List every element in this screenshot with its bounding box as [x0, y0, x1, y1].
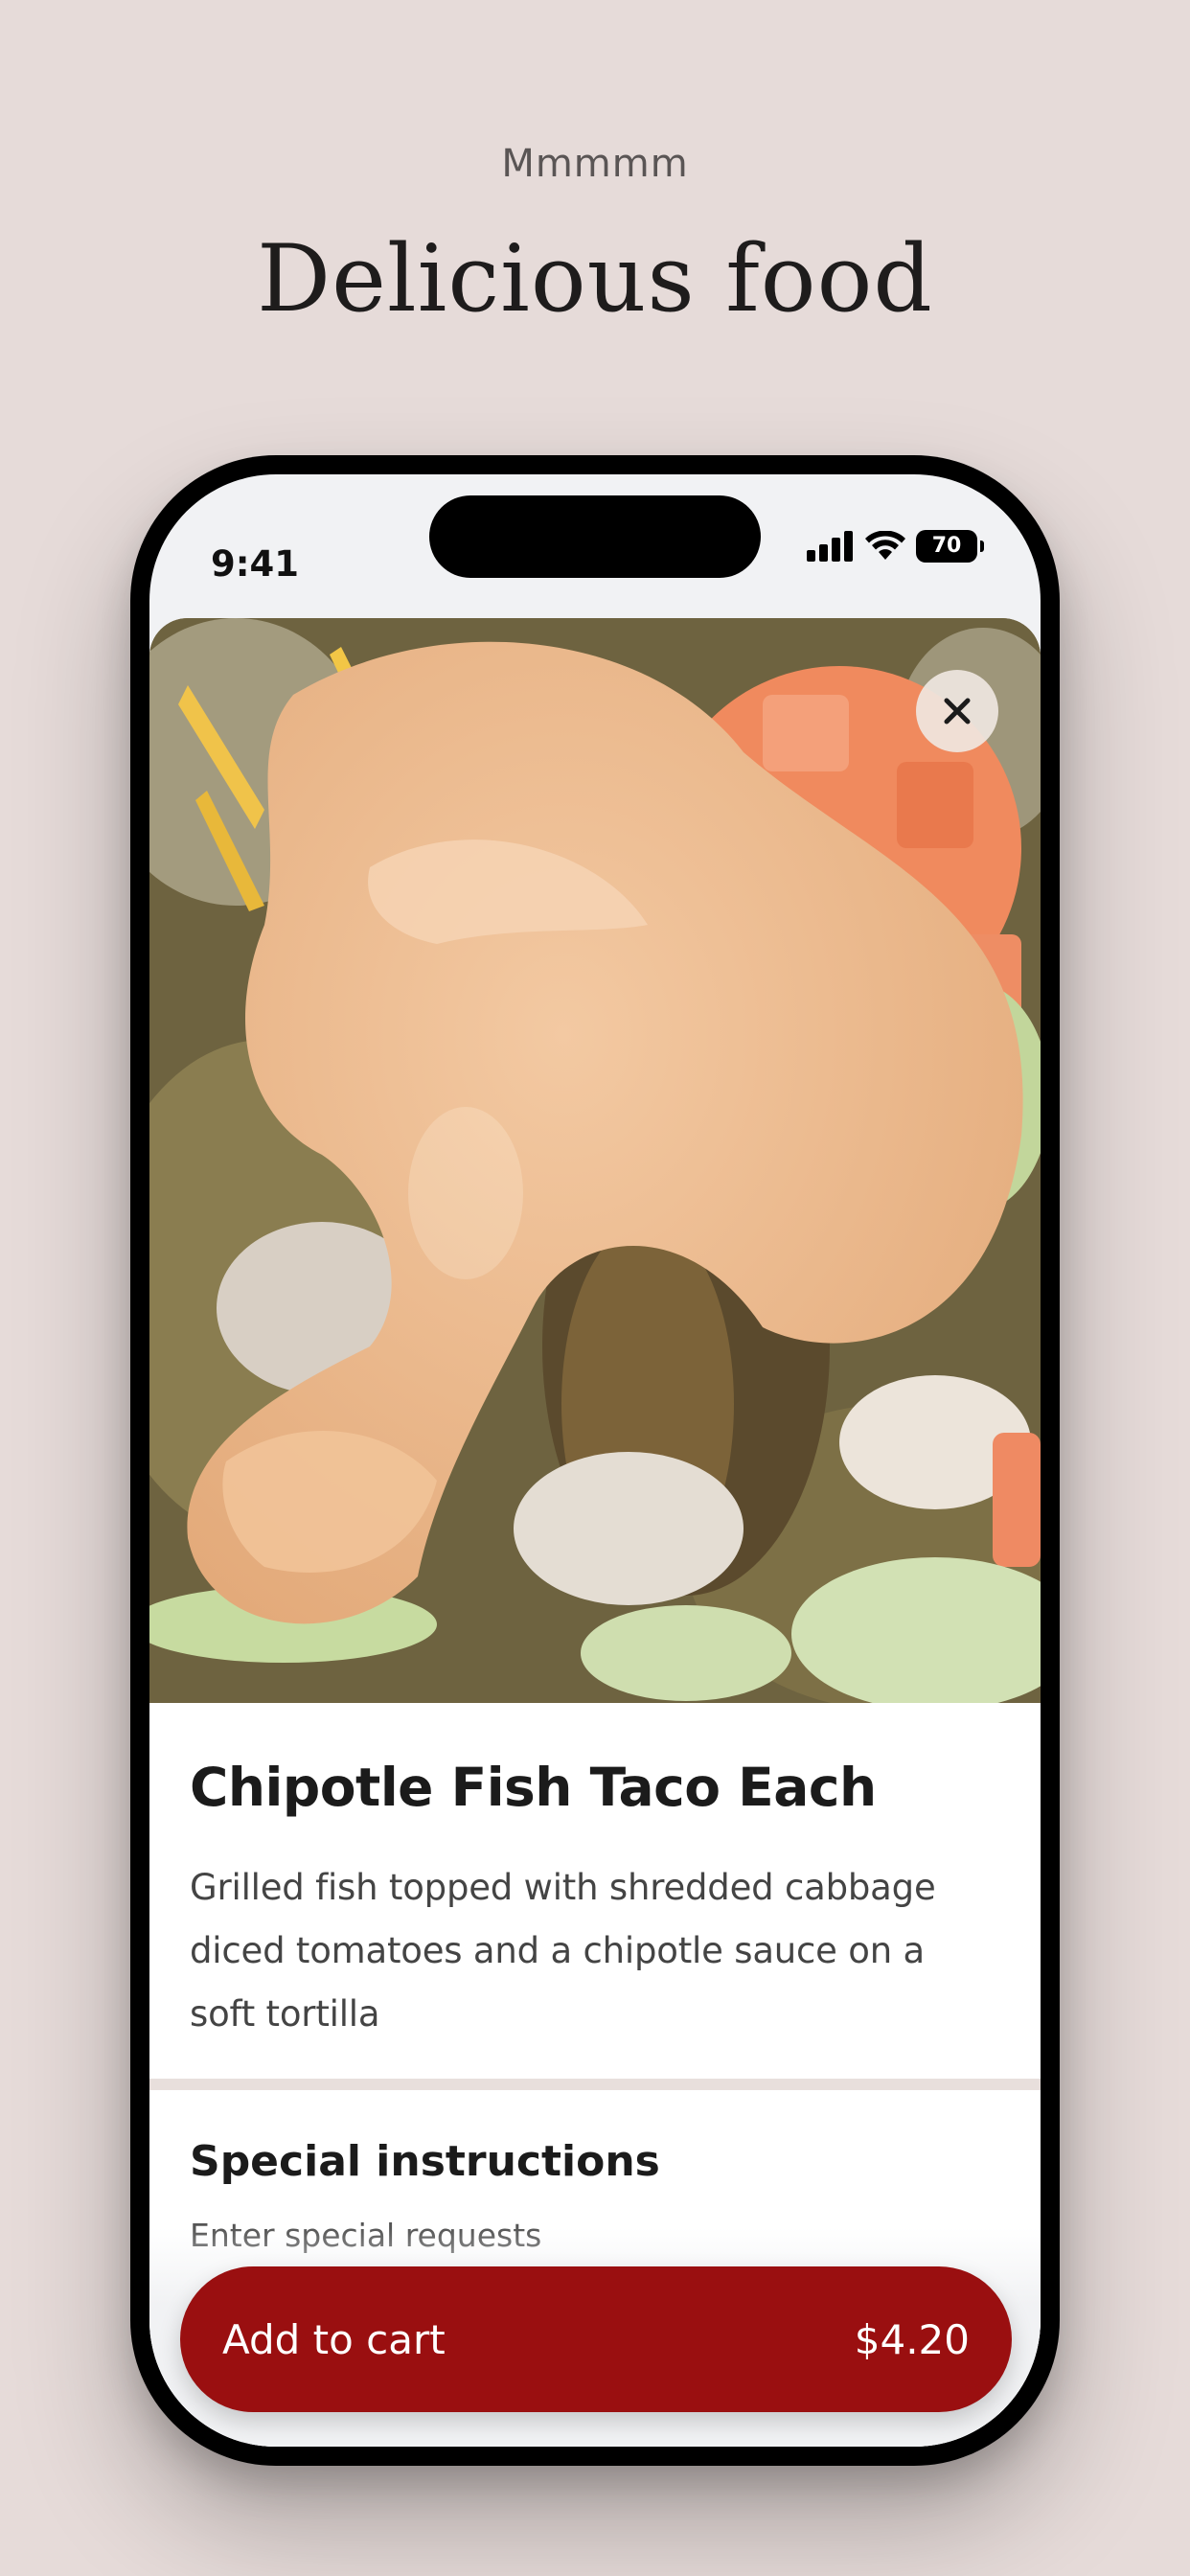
battery-icon: 70	[916, 530, 984, 563]
section-divider	[149, 2079, 1041, 2090]
food-image	[149, 618, 1041, 1703]
item-title: Chipotle Fish Taco Each	[190, 1757, 877, 1818]
close-icon	[944, 698, 971, 724]
add-to-cart-label: Add to cart	[222, 2315, 446, 2363]
add-to-cart-button[interactable]: Add to cart $4.20	[180, 2266, 1012, 2412]
cellular-signal-icon	[807, 531, 853, 562]
food-photo-illustration	[149, 618, 1041, 1703]
eyebrow-text: Mmmmm	[501, 142, 689, 186]
status-icons: 70	[807, 530, 984, 563]
page-headline: Delicious food	[257, 225, 933, 333]
item-description: Grilled fish topped with shredded cabbag…	[190, 1867, 936, 2035]
add-to-cart-price: $4.20	[854, 2315, 970, 2363]
special-instructions-title: Special instructions	[190, 2137, 660, 2186]
item-detail-sheet: Chipotle Fish Taco Each Grilled fish top…	[149, 618, 1041, 2447]
phone-screen: 9:41 70 Chipotle Fish Taco Each Grilled …	[149, 474, 1041, 2447]
close-button[interactable]	[916, 670, 998, 752]
wifi-icon	[865, 531, 905, 560]
status-time: 9:41	[211, 543, 300, 585]
phone-frame: 9:41 70 Chipotle Fish Taco Each Grilled …	[130, 455, 1060, 2466]
dynamic-island	[429, 495, 761, 578]
